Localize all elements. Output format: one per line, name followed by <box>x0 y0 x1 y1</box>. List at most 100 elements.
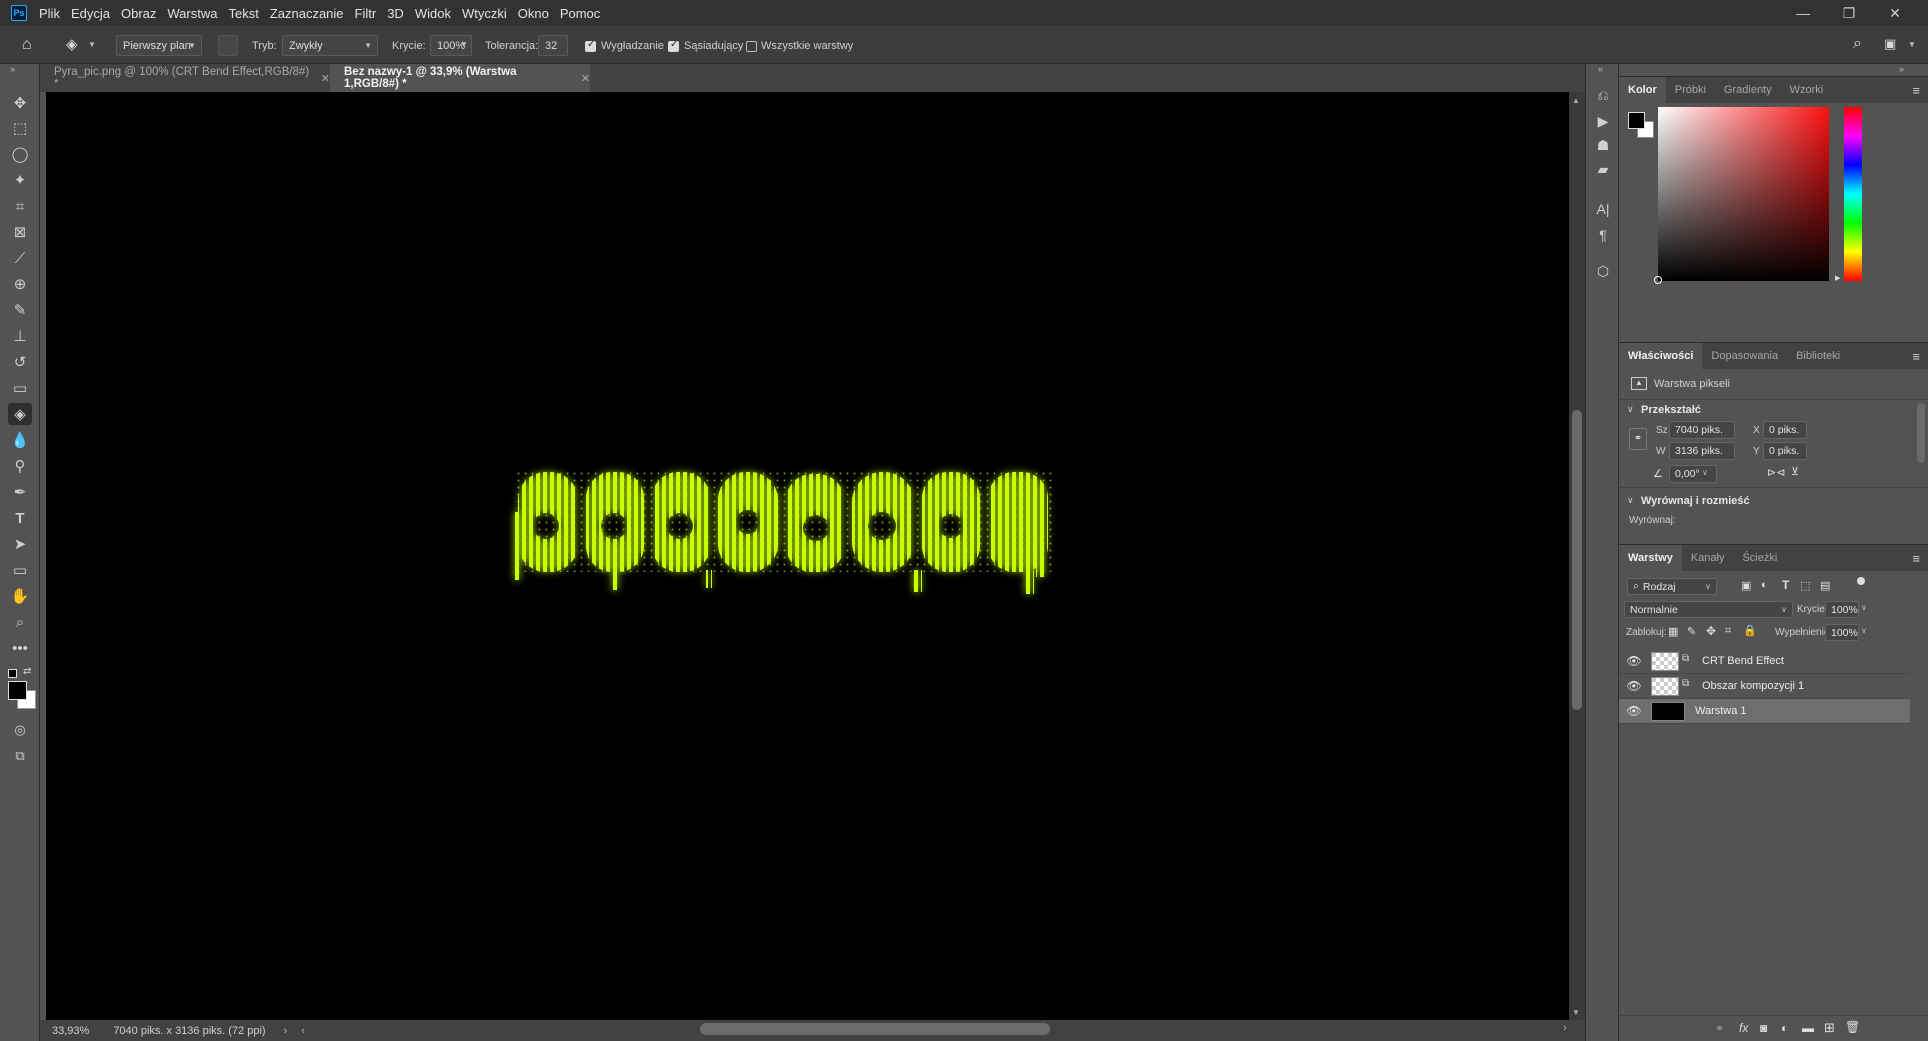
fill-source-select[interactable]: Pierwszy plan ▼ <box>116 35 202 56</box>
status-menu-arrow-icon[interactable]: › <box>284 1025 288 1037</box>
more-tools-icon[interactable]: ••• <box>8 637 32 659</box>
pattern-swatch[interactable] <box>218 35 238 56</box>
layer-row-crt-bend-effect[interactable]: 👁 ⧉ CRT Bend Effect <box>1619 649 1910 674</box>
chevron-down-icon[interactable]: ▼ <box>88 40 96 49</box>
eraser-tool-icon[interactable]: ▭ <box>8 377 32 399</box>
panel-menu-icon[interactable]: ≡ <box>1912 83 1920 98</box>
new-layer-icon[interactable]: ⊞ <box>1824 1020 1835 1036</box>
eyedropper-tool-icon[interactable]: ⟋ <box>8 247 32 269</box>
character-icon[interactable]: A| <box>1592 198 1614 220</box>
marquee-tool-icon[interactable]: ⬚ <box>8 117 32 139</box>
tab-gradienty[interactable]: Gradienty <box>1715 77 1781 103</box>
stamp-tool-icon[interactable]: ⊥ <box>8 325 32 347</box>
visibility-eye-icon[interactable]: 👁 <box>1623 654 1645 668</box>
dodge-tool-icon[interactable]: ⚲ <box>8 455 32 477</box>
brush-tool-icon[interactable]: ✎ <box>8 299 32 321</box>
layer-filter-select[interactable]: ⌕ Rodzaj ∨ <box>1627 578 1717 595</box>
scroll-left-icon[interactable]: ‹ <box>301 1025 305 1037</box>
y-input[interactable]: 0 piks. <box>1763 442 1807 460</box>
close-button[interactable]: ✕ <box>1872 0 1918 26</box>
tab-wzorki[interactable]: Wzorki <box>1781 77 1833 103</box>
magic-wand-tool-icon[interactable]: ✦ <box>8 169 32 191</box>
filter-toggle-icon[interactable] <box>1857 577 1865 585</box>
properties-scrollbar[interactable] <box>1917 403 1925 463</box>
comments-icon[interactable]: ▰ <box>1592 158 1614 180</box>
menu-edycja[interactable]: Edycja <box>71 6 110 21</box>
vertical-scrollbar-thumb[interactable] <box>1572 410 1582 710</box>
menu-obraz[interactable]: Obraz <box>121 6 156 21</box>
height-input[interactable]: 3136 piks. <box>1669 442 1735 460</box>
add-mask-icon[interactable]: ◙ <box>1760 1021 1767 1035</box>
fill-input[interactable]: 100% <box>1825 624 1859 641</box>
filter-shape-icon[interactable]: ⬚ <box>1800 579 1810 592</box>
menu-pomoc[interactable]: Pomoc <box>560 6 600 21</box>
visibility-eye-icon[interactable]: 👁 <box>1623 679 1645 693</box>
layer-style-fx-icon[interactable]: fx <box>1739 1021 1748 1035</box>
healing-brush-tool-icon[interactable]: ⊕ <box>8 273 32 295</box>
delete-layer-icon[interactable]: 🗑 <box>1845 1020 1860 1034</box>
hue-slider[interactable] <box>1844 107 1862 281</box>
angle-input[interactable]: 0,00° <box>1669 465 1717 483</box>
menu-plik[interactable]: Plik <box>39 6 60 21</box>
scroll-right-icon[interactable]: › <box>1563 1022 1567 1034</box>
scroll-up-icon[interactable]: ▲ <box>1572 96 1580 105</box>
type-tool-icon[interactable]: T <box>8 507 32 529</box>
width-input[interactable]: 7040 piks. <box>1669 421 1735 439</box>
layer-name[interactable]: Warstwa 1 <box>1695 705 1747 717</box>
collapse-arrows-icon[interactable]: » <box>10 64 15 74</box>
tab-kolor[interactable]: Kolor <box>1619 77 1666 103</box>
antialias-checkbox[interactable] <box>585 39 596 52</box>
blend-mode-select[interactable]: Normalnie ∨ <box>1624 601 1793 618</box>
layer-name[interactable]: CRT Bend Effect <box>1702 655 1784 667</box>
tolerance-input[interactable]: 32 <box>538 35 568 56</box>
tab-biblioteki[interactable]: Biblioteki <box>1787 343 1849 369</box>
tab-pyra-pic[interactable]: Pyra_pic.png @ 100% (CRT Bend Effect,RGB… <box>40 64 330 92</box>
zoom-level[interactable]: 33,93% <box>52 1025 89 1037</box>
new-group-icon[interactable]: ▬ <box>1802 1021 1814 1035</box>
workspace-icon[interactable]: ▣ <box>1884 36 1896 52</box>
chevron-down-icon[interactable]: ∨ <box>1861 626 1867 635</box>
filter-smart-object-icon[interactable]: ▤ <box>1820 579 1830 592</box>
chevron-down-icon[interactable]: ▼ <box>460 40 468 49</box>
align-section-title[interactable]: Wyrównaj i rozmieść <box>1641 495 1750 507</box>
scroll-down-icon[interactable]: ▼ <box>1572 1008 1580 1017</box>
color-foreground-swatch[interactable] <box>1628 112 1645 129</box>
crop-tool-icon[interactable]: ⌗ <box>8 195 32 217</box>
color-picker-marker[interactable] <box>1654 276 1662 284</box>
menu-widok[interactable]: Widok <box>415 6 451 21</box>
hue-slider-arrow-icon[interactable]: ▶ <box>1835 274 1840 282</box>
chevron-down-icon[interactable]: ∨ <box>1702 468 1708 477</box>
lock-position-icon[interactable]: ✥ <box>1706 624 1716 638</box>
minimize-button[interactable]: — <box>1780 0 1826 26</box>
link-dimensions-icon[interactable]: ⚭ <box>1629 428 1647 450</box>
layer-row-warstwa-1[interactable]: 👁 Warstwa 1 <box>1619 699 1910 724</box>
layer-row-obszar-kompozycji[interactable]: 👁 ⧉ Obszar kompozycji 1 <box>1619 674 1910 699</box>
search-icon[interactable]: ⌕ <box>1853 35 1862 53</box>
zoom-tool-icon[interactable]: ⌕ <box>8 611 32 633</box>
layer-opacity-input[interactable]: 100% <box>1825 601 1859 618</box>
x-input[interactable]: 0 piks. <box>1763 421 1807 439</box>
document-canvas[interactable] <box>46 92 1569 1020</box>
blur-tool-icon[interactable]: 💧 <box>8 429 32 451</box>
actions-play-icon[interactable]: ▶ <box>1592 110 1614 132</box>
flip-horizontal-icon[interactable]: ⊳⊲ <box>1767 466 1785 479</box>
tab-sciezki[interactable]: Ścieżki <box>1733 545 1786 571</box>
panel-menu-icon[interactable]: ≡ <box>1912 349 1920 364</box>
chevron-down-icon[interactable]: ▼ <box>1908 40 1916 49</box>
3d-cube-icon[interactable]: ⬡ <box>1592 260 1614 282</box>
path-selection-tool-icon[interactable]: ➤ <box>8 533 32 555</box>
lock-pixels-icon[interactable]: ✎ <box>1687 625 1696 638</box>
quick-mask-icon[interactable]: ◎ <box>8 719 32 741</box>
mode-select[interactable]: Zwykły ▼ <box>282 35 378 56</box>
foreground-color-swatch[interactable] <box>8 681 27 700</box>
tab-warstwy[interactable]: Warstwy <box>1619 545 1682 571</box>
paragraph-icon[interactable]: ¶ <box>1592 224 1614 246</box>
screen-mode-icon[interactable]: ⧉ <box>8 745 32 767</box>
lock-all-icon[interactable]: 🔒 <box>1743 624 1757 637</box>
menu-wtyczki[interactable]: Wtyczki <box>462 6 507 21</box>
expand-arrows-icon[interactable]: « <box>1598 64 1603 74</box>
frame-tool-icon[interactable]: ⊠ <box>8 221 32 243</box>
layer-name[interactable]: Obszar kompozycji 1 <box>1702 680 1804 692</box>
horizontal-scrollbar-thumb[interactable] <box>700 1023 1050 1035</box>
paint-bucket-tool-preset-icon[interactable]: ◈ <box>66 35 78 53</box>
